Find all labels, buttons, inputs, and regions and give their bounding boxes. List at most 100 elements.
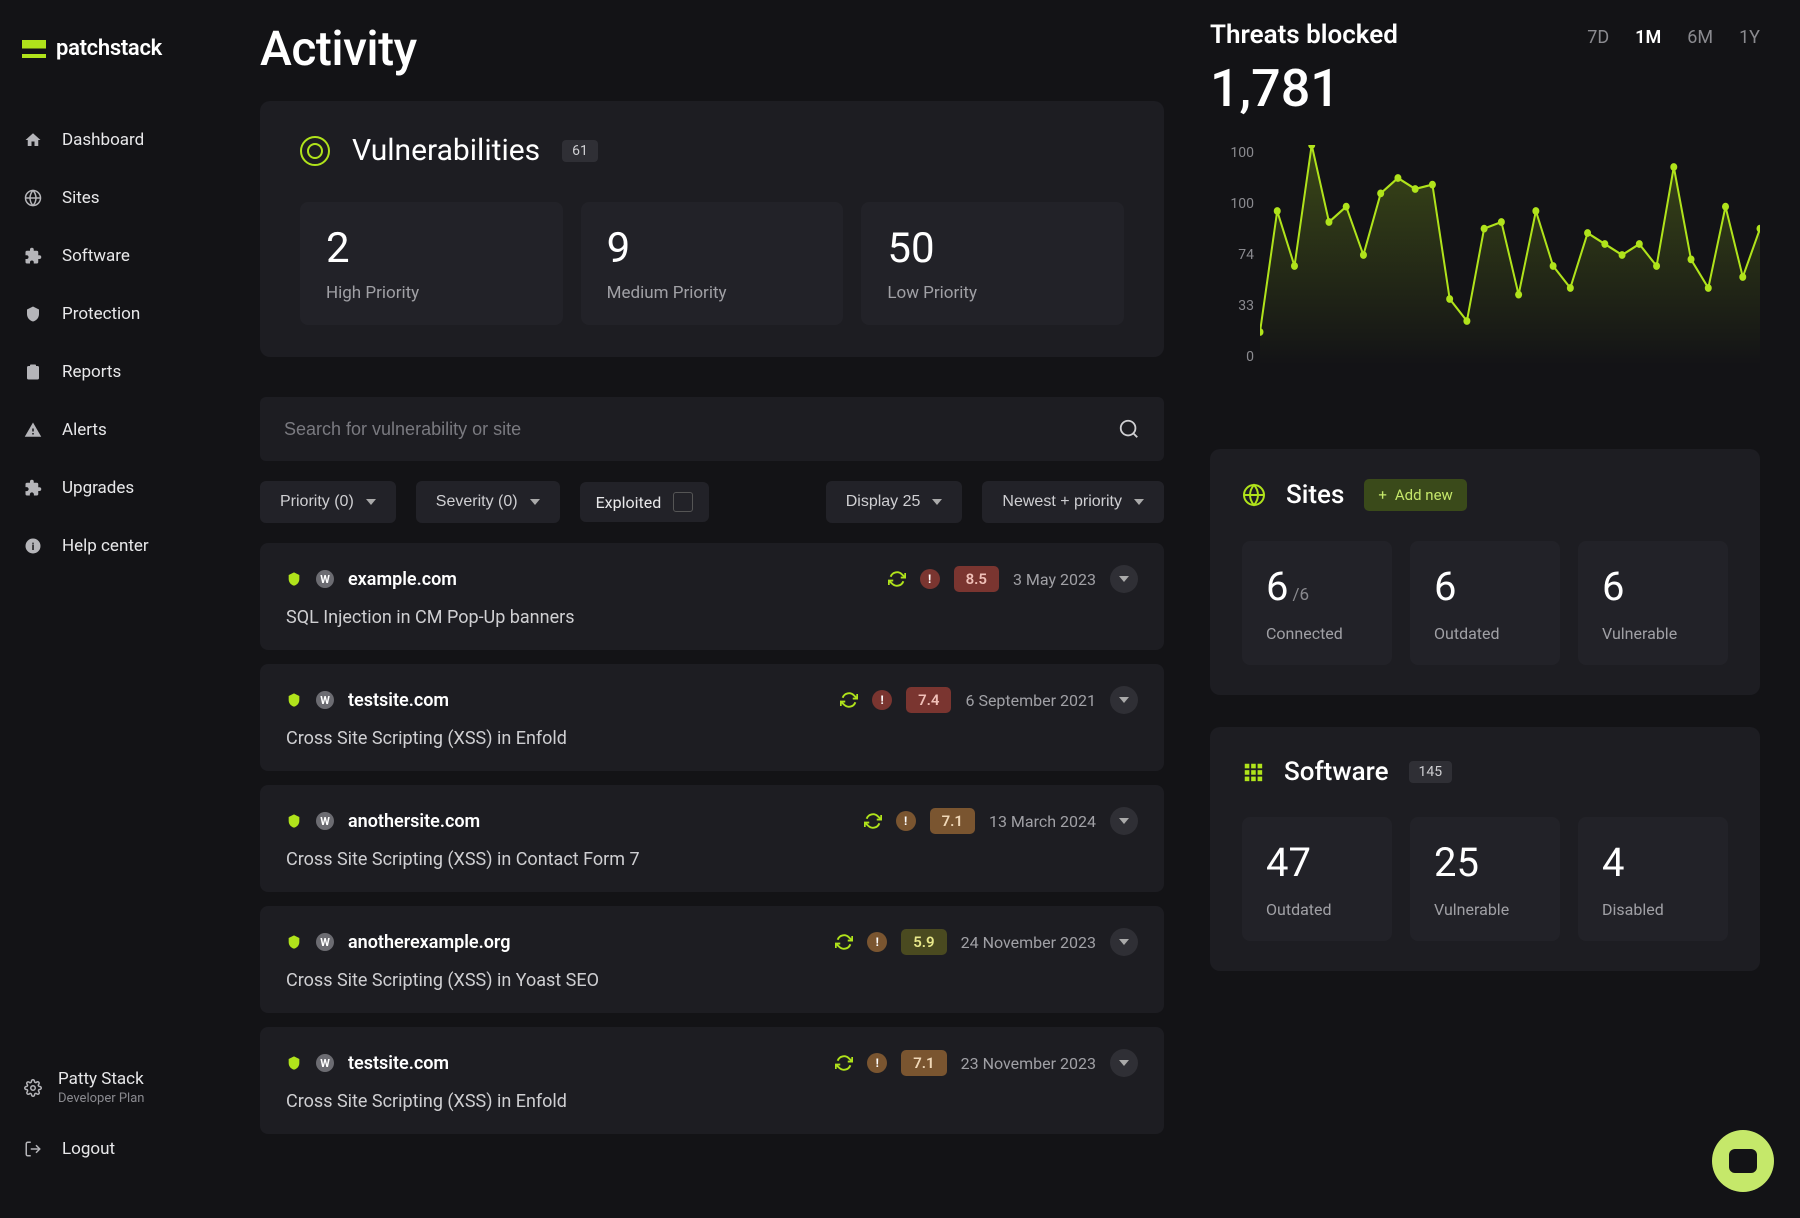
sidebar-item-software[interactable]: Software — [22, 227, 260, 285]
panel-stat[interactable]: 25Vulnerable — [1410, 817, 1560, 941]
stat-box[interactable]: 2High Priority — [300, 202, 563, 325]
logout-label: Logout — [62, 1139, 115, 1159]
threats-total: 1,781 — [1210, 58, 1760, 119]
panel-stat[interactable]: 6/6Connected — [1242, 541, 1392, 665]
site-domain: example.com — [348, 569, 457, 590]
stat-box[interactable]: 9Medium Priority — [581, 202, 844, 325]
shield-icon — [286, 813, 302, 829]
alert-icon: ! — [872, 690, 892, 710]
expand-button[interactable] — [1110, 807, 1138, 835]
sidebar-item-sites[interactable]: Sites — [22, 169, 260, 227]
sidebar-item-label: Alerts — [62, 420, 107, 440]
target-icon — [300, 136, 330, 166]
vuln-description: Cross Site Scripting (XSS) in Contact Fo… — [286, 849, 1138, 870]
sync-icon[interactable] — [835, 1054, 853, 1072]
sidebar-item-label: Sites — [62, 188, 100, 208]
wordpress-icon: W — [316, 570, 334, 588]
sidebar-item-label: Dashboard — [62, 130, 144, 150]
sync-icon[interactable] — [840, 691, 858, 709]
sync-icon[interactable] — [888, 570, 906, 588]
stat-label: Outdated — [1434, 624, 1536, 643]
filter-priority[interactable]: Priority (0) — [260, 481, 396, 523]
sidebar-item-dashboard[interactable]: Dashboard — [22, 111, 260, 169]
search-bar — [260, 397, 1164, 461]
expand-button[interactable] — [1110, 565, 1138, 593]
sidebar-item-protection[interactable]: Protection — [22, 285, 260, 343]
filter-display[interactable]: Display 25 — [826, 481, 963, 523]
vulnerability-row[interactable]: Wanothersite.com!7.113 March 2024Cross S… — [260, 785, 1164, 892]
sync-icon[interactable] — [864, 812, 882, 830]
filter-severity[interactable]: Severity (0) — [416, 481, 560, 523]
chevron-down-icon — [1119, 939, 1129, 945]
extension-icon — [22, 477, 44, 499]
stat-box[interactable]: 50 Low Priority — [861, 202, 1124, 325]
cvss-score: 7.1 — [930, 808, 975, 834]
vuln-date: 13 March 2024 — [989, 812, 1096, 831]
search-icon[interactable] — [1118, 418, 1140, 440]
range-tab-7d[interactable]: 7D — [1587, 27, 1609, 48]
vuln-date: 3 May 2023 — [1013, 570, 1096, 589]
stat-value: 9 — [607, 224, 818, 273]
user-name: Patty Stack — [58, 1069, 144, 1089]
y-tick: 100 — [1210, 196, 1254, 212]
chat-support-button[interactable] — [1712, 1130, 1774, 1192]
sidebar-item-help-center[interactable]: iHelp center — [22, 517, 260, 575]
alert-icon: ! — [867, 1053, 887, 1073]
panel-stat[interactable]: 4Disabled — [1578, 817, 1728, 941]
add-site-button[interactable]: + Add new — [1364, 479, 1466, 511]
cvss-score: 8.5 — [954, 566, 999, 592]
shield-icon — [286, 934, 302, 950]
stat-value: 50 — [887, 224, 1098, 273]
stat-value: 6 — [1602, 563, 1624, 610]
stat-label: Vulnerable — [1602, 624, 1704, 643]
range-tab-6m[interactable]: 6M — [1687, 27, 1713, 48]
vulnerability-row[interactable]: Wtestsite.com!7.123 November 2023Cross S… — [260, 1027, 1164, 1134]
filter-sort[interactable]: Newest + priority — [982, 481, 1164, 523]
site-domain: testsite.com — [348, 690, 449, 711]
brand-name: patchstack — [56, 36, 162, 61]
sync-icon[interactable] — [835, 933, 853, 951]
stat-label: Vulnerable — [1434, 900, 1536, 919]
checkbox-icon[interactable] — [673, 492, 693, 512]
logout-icon — [22, 1138, 44, 1160]
chat-icon — [1729, 1149, 1757, 1173]
gear-icon — [22, 1077, 44, 1099]
sidebar-item-alerts[interactable]: Alerts — [22, 401, 260, 459]
grid-icon — [1242, 761, 1264, 783]
stat-sub: /6 — [1292, 585, 1309, 605]
filter-row: Priority (0) Severity (0) Exploited Disp… — [260, 481, 1164, 523]
expand-button[interactable] — [1110, 1049, 1138, 1077]
sidebar-item-upgrades[interactable]: Upgrades — [22, 459, 260, 517]
sidebar-item-reports[interactable]: Reports — [22, 343, 260, 401]
cvss-score: 7.4 — [906, 687, 951, 713]
vulnerabilities-title: Vulnerabilities — [352, 133, 540, 168]
software-count-badge: 145 — [1409, 761, 1453, 783]
panel-stat[interactable]: 6 Vulnerable — [1578, 541, 1728, 665]
range-tab-1y[interactable]: 1Y — [1739, 27, 1760, 48]
vulnerability-row[interactable]: Wexample.com!8.53 May 2023SQL Injection … — [260, 543, 1164, 650]
chevron-down-icon — [530, 499, 540, 505]
vuln-description: Cross Site Scripting (XSS) in Yoast SEO — [286, 970, 1138, 991]
plus-icon: + — [1378, 486, 1387, 504]
stat-label: Low Priority — [887, 283, 1098, 303]
vulnerability-row[interactable]: Wanotherexample.org!5.924 November 2023C… — [260, 906, 1164, 1013]
panel-stat[interactable]: 6Outdated — [1410, 541, 1560, 665]
wordpress-icon: W — [316, 933, 334, 951]
filter-exploited[interactable]: Exploited — [580, 482, 710, 522]
wordpress-icon: W — [316, 1054, 334, 1072]
globe-icon — [22, 187, 44, 209]
expand-button[interactable] — [1110, 686, 1138, 714]
sidebar-item-label: Upgrades — [62, 478, 134, 498]
vulnerabilities-card: Vulnerabilities 61 2High Priority9Medium… — [260, 101, 1164, 357]
stat-value: 4 — [1602, 839, 1624, 886]
panel-stat[interactable]: 47Outdated — [1242, 817, 1392, 941]
range-tab-1m[interactable]: 1M — [1635, 27, 1661, 48]
expand-button[interactable] — [1110, 928, 1138, 956]
brand-logo[interactable]: patchstack — [22, 36, 260, 61]
y-tick: 0 — [1210, 349, 1254, 365]
sidebar: patchstack Dashboard Sites SoftwareProtect… — [0, 0, 260, 1218]
user-menu[interactable]: Patty Stack Developer Plan — [22, 1055, 260, 1120]
vulnerability-row[interactable]: Wtestsite.com!7.46 September 2021Cross S… — [260, 664, 1164, 771]
search-input[interactable] — [284, 419, 1118, 440]
logout-button[interactable]: Logout — [22, 1120, 260, 1178]
